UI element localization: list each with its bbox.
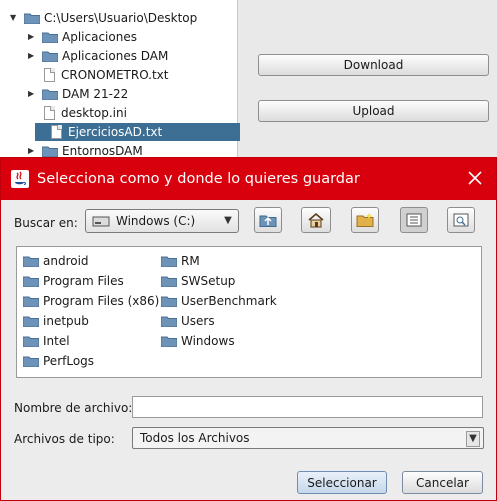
folder-icon <box>22 295 40 308</box>
file-list-item[interactable]: Program Files (x86) <box>22 292 160 310</box>
file-list-item[interactable]: Users <box>160 312 215 330</box>
collapse-arrow-icon[interactable]: ▼ <box>10 14 18 22</box>
dropdown-arrow-icon: ▼ <box>224 215 232 226</box>
folder-icon <box>160 315 178 328</box>
home-button[interactable] <box>301 207 331 233</box>
folder-icon <box>22 355 40 368</box>
look-in-value: Windows (C:) <box>116 214 196 228</box>
tree-item-label: DAM 21-22 <box>62 87 129 101</box>
list-view-icon <box>406 213 422 227</box>
select-button[interactable]: Seleccionar <box>297 471 387 494</box>
folder-icon <box>22 275 40 288</box>
download-button[interactable]: Download <box>258 54 489 76</box>
folder-icon <box>160 295 178 308</box>
file-list-item-label: Users <box>181 314 215 328</box>
save-dialog: Selecciona como y donde lo quieres guard… <box>0 157 497 501</box>
tree-item-label: Aplicaciones <box>62 30 137 44</box>
file-list-item-label: RM <box>181 254 200 268</box>
filename-label: Nombre de archivo: <box>14 401 133 415</box>
dialog-titlebar[interactable]: Selecciona como y donde lo quieres guard… <box>1 158 496 200</box>
dropdown-arrow-icon: ▼ <box>466 431 480 447</box>
home-icon <box>308 212 324 228</box>
file-list-item-label: PerfLogs <box>43 354 95 368</box>
file-icon <box>44 106 55 120</box>
file-list-item-label: inetpub <box>43 314 89 328</box>
file-list-item-label: android <box>43 254 89 268</box>
tree-item-label: CRONOMETRO.txt <box>61 68 169 82</box>
filename-field[interactable] <box>132 396 483 418</box>
folder-icon <box>23 12 41 25</box>
folder-icon <box>160 275 178 288</box>
folder-icon <box>22 255 40 268</box>
look-in-label: Buscar en: <box>14 216 78 230</box>
file-list-item[interactable]: Windows <box>160 332 235 350</box>
dialog-title: Selecciona como y donde lo quieres guard… <box>37 171 360 187</box>
file-tree[interactable]: ▼ C:\Users\Usuario\Desktop ▶ Aplicaciones… <box>0 0 240 160</box>
look-in-select[interactable]: Windows (C:) ▼ <box>85 209 239 233</box>
tree-item[interactable]: desktop.ini <box>28 104 127 122</box>
details-view-button[interactable] <box>447 207 475 233</box>
java-icon <box>11 170 29 188</box>
file-list-item-label: Program Files <box>43 274 124 288</box>
tree-item[interactable]: ▶ Aplicaciones <box>28 28 137 46</box>
cancel-button[interactable]: Cancelar <box>402 471 483 494</box>
file-list-item-label: Intel <box>43 334 70 348</box>
file-list-item[interactable]: Intel <box>22 332 70 350</box>
new-folder-button[interactable] <box>351 207 379 233</box>
expand-arrow-icon[interactable]: ▶ <box>28 147 36 155</box>
tree-item[interactable]: ▶ DAM 21-22 <box>28 85 128 103</box>
tree-item[interactable]: CRONOMETRO.txt <box>28 66 168 84</box>
expand-arrow-icon[interactable]: ▶ <box>28 90 36 98</box>
tree-item-label: EjerciciosAD.txt <box>68 125 163 139</box>
folder-icon <box>41 31 59 44</box>
folder-icon <box>41 88 59 101</box>
file-list-item[interactable]: UserBenchmark <box>160 292 277 310</box>
file-list-item[interactable]: inetpub <box>22 312 89 330</box>
tree-root[interactable]: ▼ C:\Users\Usuario\Desktop <box>10 9 197 27</box>
tree-item-label: desktop.ini <box>61 106 127 120</box>
file-list-item-label: SWSetup <box>181 274 236 288</box>
folder-icon <box>22 335 40 348</box>
close-icon[interactable] <box>466 169 484 187</box>
folder-icon <box>160 335 178 348</box>
file-icon <box>44 68 55 82</box>
details-view-icon <box>453 213 469 227</box>
file-list-item[interactable]: android <box>22 252 89 270</box>
list-view-button[interactable] <box>400 207 428 233</box>
folder-icon <box>41 145 59 158</box>
tree-item[interactable]: EjerciciosAD.txt <box>35 123 240 141</box>
tree-item-label: Aplicaciones DAM <box>62 49 169 63</box>
file-list-item-label: UserBenchmark <box>181 294 277 308</box>
expand-arrow-icon[interactable]: ▶ <box>28 52 36 60</box>
file-list-item[interactable]: PerfLogs <box>22 352 95 370</box>
new-folder-icon <box>356 213 374 227</box>
file-list[interactable]: android Program Files Program Files (x86) i… <box>16 246 482 378</box>
file-list-item[interactable]: SWSetup <box>160 272 236 290</box>
filetype-label: Archivos de tipo: <box>14 432 115 446</box>
drive-icon <box>92 216 110 227</box>
file-icon <box>51 125 62 139</box>
filetype-value: Todos los Archivos <box>140 431 250 445</box>
up-folder-icon <box>259 215 277 227</box>
expand-arrow-icon[interactable]: ▶ <box>28 33 36 41</box>
filetype-select[interactable]: Todos los Archivos ▼ <box>132 427 484 449</box>
file-list-item[interactable]: RM <box>160 252 200 270</box>
tree-root-label: C:\Users\Usuario\Desktop <box>44 11 198 25</box>
folder-icon <box>160 255 178 268</box>
tree-item-label: EntornosDAM <box>62 144 143 158</box>
file-list-item-label: Windows <box>181 334 235 348</box>
upload-button[interactable]: Upload <box>258 100 489 122</box>
folder-icon <box>41 50 59 63</box>
file-list-item-label: Program Files (x86) <box>43 294 160 308</box>
tree-item[interactable]: ▶ Aplicaciones DAM <box>28 47 168 65</box>
folder-icon <box>22 315 40 328</box>
up-folder-button[interactable] <box>254 207 282 233</box>
file-list-item[interactable]: Program Files <box>22 272 124 290</box>
